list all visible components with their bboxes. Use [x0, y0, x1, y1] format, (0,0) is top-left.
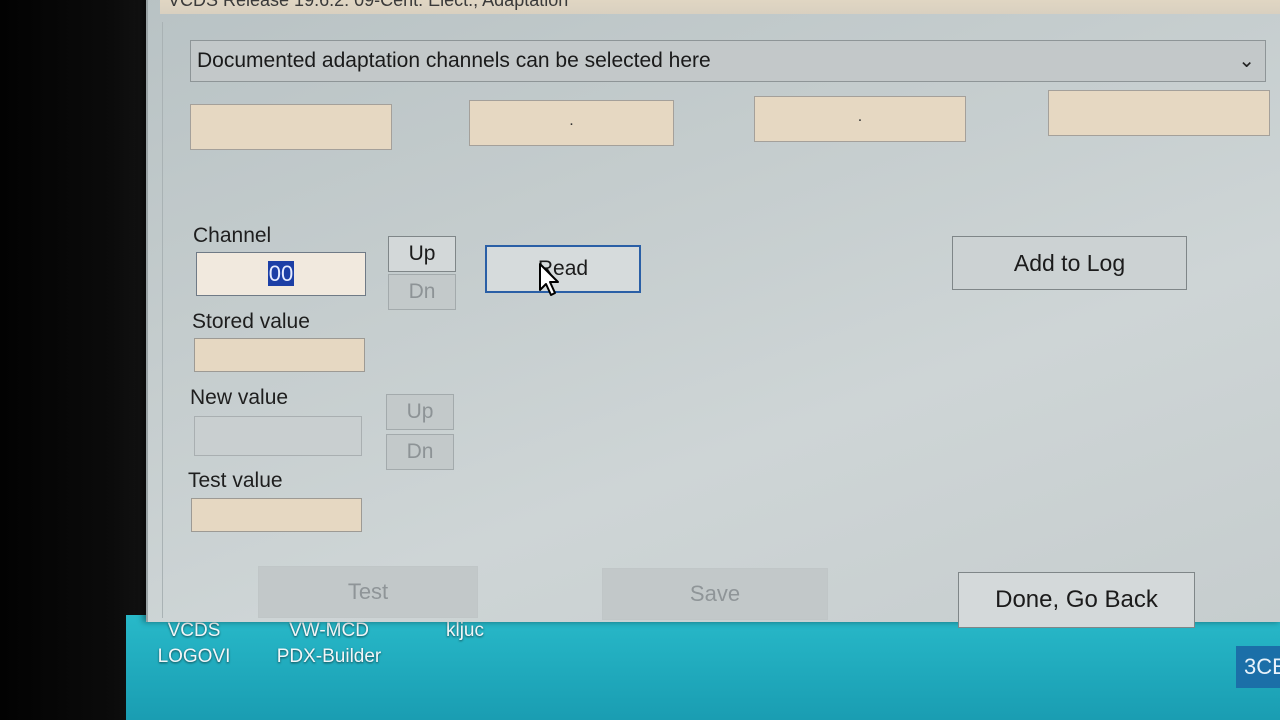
- desktop-icon-pdx-builder[interactable]: VW-MCD PDX-Builder: [262, 618, 396, 670]
- new-value-label: New value: [190, 386, 289, 409]
- save-button[interactable]: Save: [602, 568, 828, 620]
- desktop-icon-label-2: LOGOVI: [157, 646, 231, 667]
- dropdown-value: Documented adaptation channels can be se…: [197, 49, 711, 72]
- new-value-up-button[interactable]: Up: [386, 394, 454, 430]
- channel-up-button[interactable]: Up: [388, 236, 456, 272]
- desktop-icon-label-2: PDX-Builder: [276, 646, 382, 667]
- screen-bezel: [0, 0, 160, 720]
- channel-value: 00: [267, 261, 295, 286]
- measure-readout-2: .: [469, 100, 674, 146]
- done-go-back-button[interactable]: Done, Go Back: [958, 572, 1195, 628]
- stored-value-label: Stored value: [192, 310, 310, 333]
- channel-label: Channel: [193, 224, 272, 247]
- window-title: VCDS Release 19.6.2: 09-Cent. Elect., Ad…: [160, 0, 1280, 14]
- new-value-down-button[interactable]: Dn: [386, 434, 454, 470]
- chevron-down-icon[interactable]: ⌄: [1238, 41, 1255, 81]
- adaptation-channel-dropdown[interactable]: Documented adaptation channels can be se…: [190, 40, 1266, 82]
- test-value-field: [191, 498, 362, 532]
- add-to-log-button[interactable]: Add to Log: [952, 236, 1187, 290]
- measure-readout-3: .: [754, 96, 966, 142]
- measure-readout-1: [190, 104, 392, 150]
- mouse-pointer-icon: [539, 263, 559, 296]
- stored-value-field: [194, 338, 365, 372]
- channel-down-button[interactable]: Dn: [388, 274, 456, 310]
- tray-badge[interactable]: 3CE: [1236, 646, 1280, 688]
- measure-readout-4: [1048, 90, 1270, 136]
- channel-input[interactable]: 00: [196, 252, 366, 296]
- desktop-icon-vcds-logovi[interactable]: VCDS LOGOVI: [150, 618, 238, 670]
- test-value-label: Test value: [188, 469, 283, 492]
- new-value-field[interactable]: [194, 416, 362, 456]
- test-button[interactable]: Test: [258, 566, 478, 618]
